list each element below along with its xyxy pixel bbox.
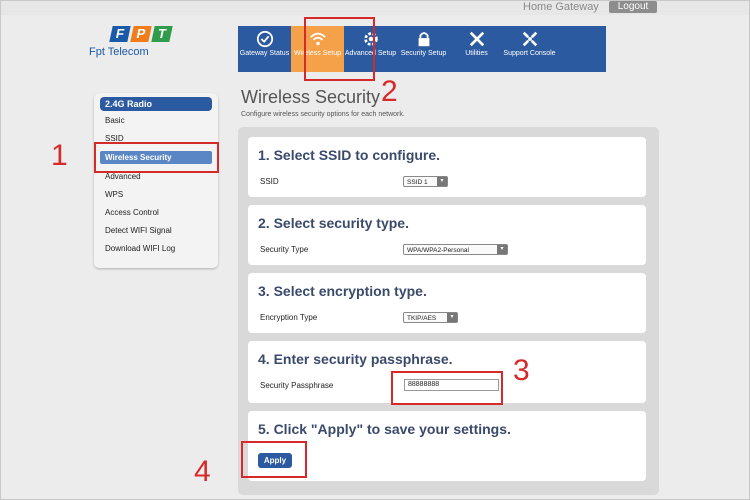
section-security-type: 2. Select security type. Security Type W… — [248, 205, 646, 265]
sidebar-item-wps[interactable]: WPS — [105, 190, 123, 199]
section-title: 4. Enter security passphrase. — [258, 351, 453, 367]
logo-letter-t: T — [151, 26, 173, 42]
section-title: 3. Select encryption type. — [258, 283, 427, 299]
router-admin-page: Home Gateway Logout F P T Fpt Telecom Ga… — [0, 0, 750, 500]
section-title: 1. Select SSID to configure. — [258, 147, 441, 163]
home-gateway-label: Home Gateway — [523, 1, 599, 13]
nav-utilities[interactable]: Utilities — [450, 26, 503, 72]
checkmark-circle-icon — [256, 30, 273, 48]
lock-icon — [418, 32, 429, 47]
sidebar-item-detect-wifi-signal[interactable]: Detect WIFI Signal — [105, 226, 172, 235]
field-label: SSID — [260, 177, 279, 186]
page-subtitle: Configure wireless security options for … — [241, 111, 405, 118]
content-panel: 1. Select SSID to configure. SSID SSID 1… — [238, 127, 659, 495]
security-type-select[interactable]: WPA/WPA2-Personal ▾ — [403, 244, 508, 255]
select-value: TKIP/AES — [407, 315, 437, 322]
page-title: Wireless Security — [241, 87, 381, 107]
sidebar-item-download-wifi-log[interactable]: Download WIFI Log — [105, 244, 175, 253]
nav-label: Support Console — [503, 50, 556, 57]
section-ssid: 1. Select SSID to configure. SSID SSID 1… — [248, 137, 646, 197]
nav-security-setup[interactable]: Security Setup — [397, 26, 450, 72]
logo-subtitle: Fpt Telecom — [89, 46, 149, 58]
sidebar: 2.4G Radio Basic SSID Wireless Security … — [94, 93, 218, 268]
ssid-select[interactable]: SSID 1 ▾ — [403, 176, 448, 187]
annotation-number-4: 4 — [194, 455, 211, 488]
chevron-down-icon: ▾ — [437, 177, 447, 186]
sidebar-item-advanced[interactable]: Advanced — [105, 172, 141, 181]
sidebar-item-access-control[interactable]: Access Control — [105, 208, 159, 217]
field-label: Security Passphrase — [260, 381, 334, 390]
section-apply: 5. Click "Apply" to save your settings. … — [248, 411, 646, 481]
select-value: SSID 1 — [407, 179, 428, 186]
logout-button[interactable]: Logout — [609, 1, 657, 13]
annotation-number-2: 2 — [381, 75, 398, 108]
section-title: 5. Click "Apply" to save your settings. — [258, 421, 511, 437]
select-value: WPA/WPA2-Personal — [407, 247, 469, 254]
nav-label: Gateway Status — [239, 50, 290, 57]
highlight-passphrase — [391, 371, 503, 405]
highlight-wireless-security — [94, 142, 219, 173]
annotation-number-3: 3 — [513, 354, 530, 387]
field-label: Encryption Type — [260, 313, 318, 322]
tools-icon — [469, 31, 484, 47]
section-encryption-type: 3. Select encryption type. Encryption Ty… — [248, 273, 646, 333]
nav-label: Security Setup — [400, 50, 447, 57]
nav-label: Utilities — [465, 50, 488, 57]
logo-letter-f: F — [109, 26, 131, 42]
top-bar: Home Gateway Logout — [1, 1, 749, 15]
chevron-down-icon: ▾ — [497, 245, 507, 254]
chevron-down-icon: ▾ — [447, 313, 457, 322]
highlight-wireless-setup — [304, 17, 375, 81]
field-label: Security Type — [260, 245, 309, 254]
annotation-number-1: 1 — [51, 139, 68, 172]
nav-gateway-status[interactable]: Gateway Status — [238, 26, 291, 72]
support-icon — [522, 31, 537, 47]
nav-support-console[interactable]: Support Console — [503, 26, 556, 72]
logo-letter-p: P — [130, 26, 152, 42]
fpt-logo: F P T Fpt Telecom — [89, 26, 191, 58]
sidebar-header: 2.4G Radio — [100, 97, 212, 111]
encryption-type-select[interactable]: TKIP/AES ▾ — [403, 312, 458, 323]
section-title: 2. Select security type. — [258, 215, 409, 231]
highlight-apply — [241, 441, 307, 478]
sidebar-item-basic[interactable]: Basic — [105, 116, 125, 125]
main-nav: Gateway Status Wireless Setup Advanced S… — [238, 26, 606, 72]
